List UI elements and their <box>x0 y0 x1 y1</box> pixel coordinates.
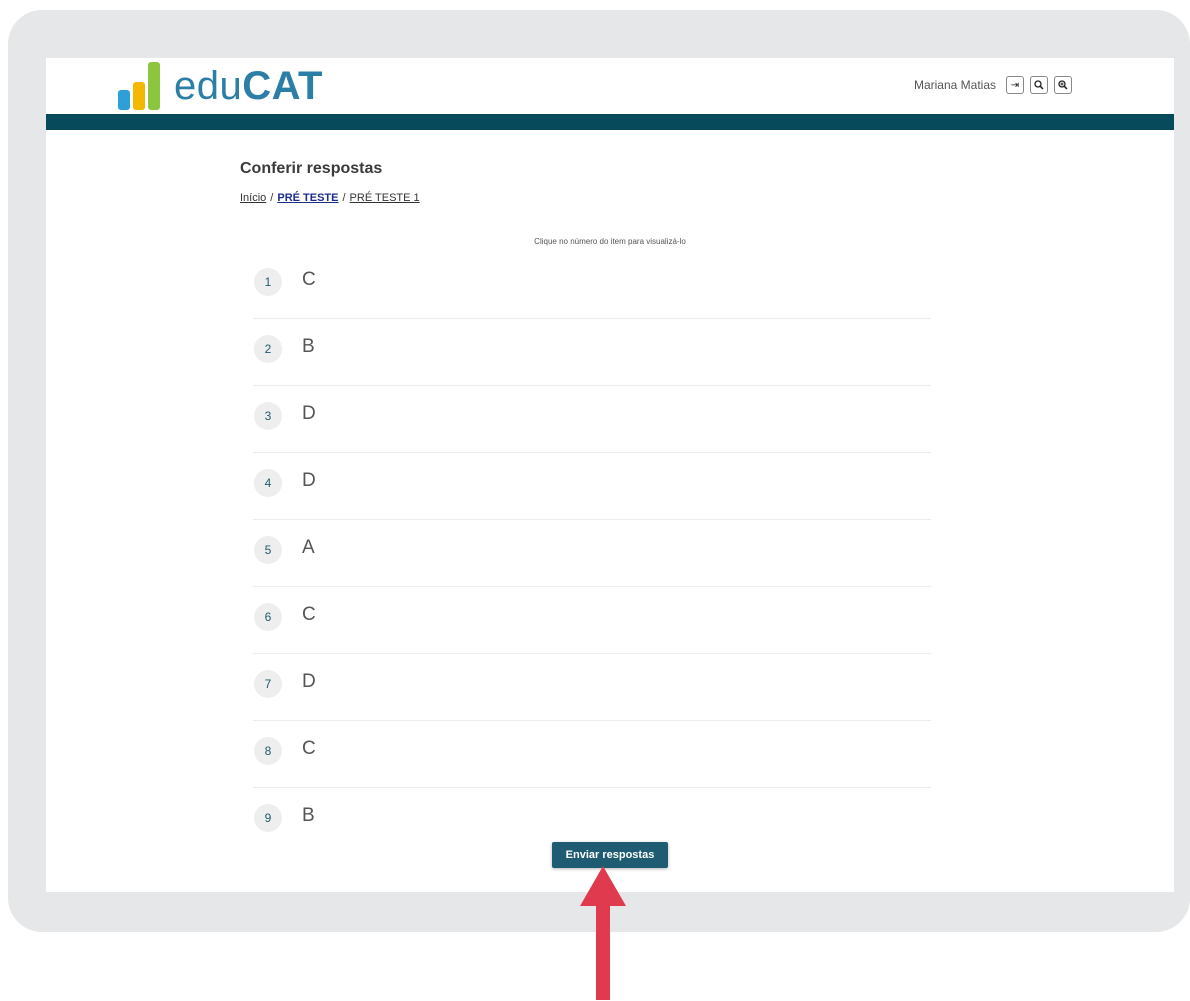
answer-letter: D <box>302 671 316 692</box>
item-number-button[interactable]: 5 <box>254 536 282 564</box>
header-band <box>46 114 1174 130</box>
breadcrumb-separator: / <box>342 192 346 204</box>
answer-letter: C <box>302 738 316 759</box>
answer-row: 7 D <box>253 654 931 721</box>
answer-row: 5 A <box>253 520 931 587</box>
page-title: Conferir respostas <box>240 160 383 177</box>
answer-row: 1 C <box>253 252 931 319</box>
item-number-button[interactable]: 3 <box>254 402 282 430</box>
item-number-button[interactable]: 7 <box>254 670 282 698</box>
answer-letter: D <box>302 470 316 491</box>
zoom-out-icon[interactable] <box>1030 76 1048 94</box>
answer-letter: C <box>302 604 316 625</box>
decorative-blob <box>230 876 396 892</box>
brand-light: edu <box>174 64 243 108</box>
item-number-button[interactable]: 2 <box>254 335 282 363</box>
brand-name: eduCAT <box>174 64 323 109</box>
breadcrumb-inicio[interactable]: Início <box>240 192 266 204</box>
zoom-in-icon[interactable] <box>1054 76 1072 94</box>
red-pointer-arrow-icon <box>580 866 626 1000</box>
breadcrumb: Início / PRÉ TESTE / PRÉ TESTE 1 <box>240 192 420 204</box>
answer-row: 6 C <box>253 587 931 654</box>
answer-row: 8 C <box>253 721 931 788</box>
instruction-text: Clique no número do item para visualizá-… <box>534 237 686 246</box>
answer-letter: B <box>302 805 315 826</box>
breadcrumb-pre-teste[interactable]: PRÉ TESTE <box>277 192 338 204</box>
breadcrumb-separator: / <box>270 192 274 204</box>
answer-letter: A <box>302 537 315 558</box>
logo-bar-yellow <box>133 82 145 110</box>
user-name: Mariana Matias <box>913 78 996 92</box>
answer-row: 4 D <box>253 453 931 520</box>
user-area: Mariana Matias ⇥ <box>914 76 1072 94</box>
brand-bold: CAT <box>242 64 323 108</box>
item-number-button[interactable]: 8 <box>254 737 282 765</box>
item-number-button[interactable]: 9 <box>254 804 282 832</box>
answer-letter: D <box>302 403 316 424</box>
item-number-button[interactable]: 4 <box>254 469 282 497</box>
logout-icon[interactable]: ⇥ <box>1006 76 1024 94</box>
submit-answers-button[interactable]: Enviar respostas <box>552 842 668 868</box>
item-number-button[interactable]: 6 <box>254 603 282 631</box>
top-bar: eduCAT Mariana Matias ⇥ <box>46 58 1174 114</box>
logo-bar-blue <box>118 90 130 110</box>
answer-letter: C <box>302 269 316 290</box>
bar-chart-logo-icon <box>118 58 164 114</box>
answer-row: 3 D <box>253 386 931 453</box>
answer-row: 2 B <box>253 319 931 386</box>
answers-list: 1 C 2 B 3 D 4 D 5 A 6 C 7 D 8 C 9 B <box>253 252 931 854</box>
answer-letter: B <box>302 336 315 357</box>
breadcrumb-pre-teste-1[interactable]: PRÉ TESTE 1 <box>350 192 420 204</box>
item-number-button[interactable]: 1 <box>254 268 282 296</box>
logo-bar-green <box>148 62 160 110</box>
device-frame: eduCAT Mariana Matias ⇥ Conferir respost… <box>8 10 1190 932</box>
app-screen: eduCAT Mariana Matias ⇥ Conferir respost… <box>46 58 1174 892</box>
